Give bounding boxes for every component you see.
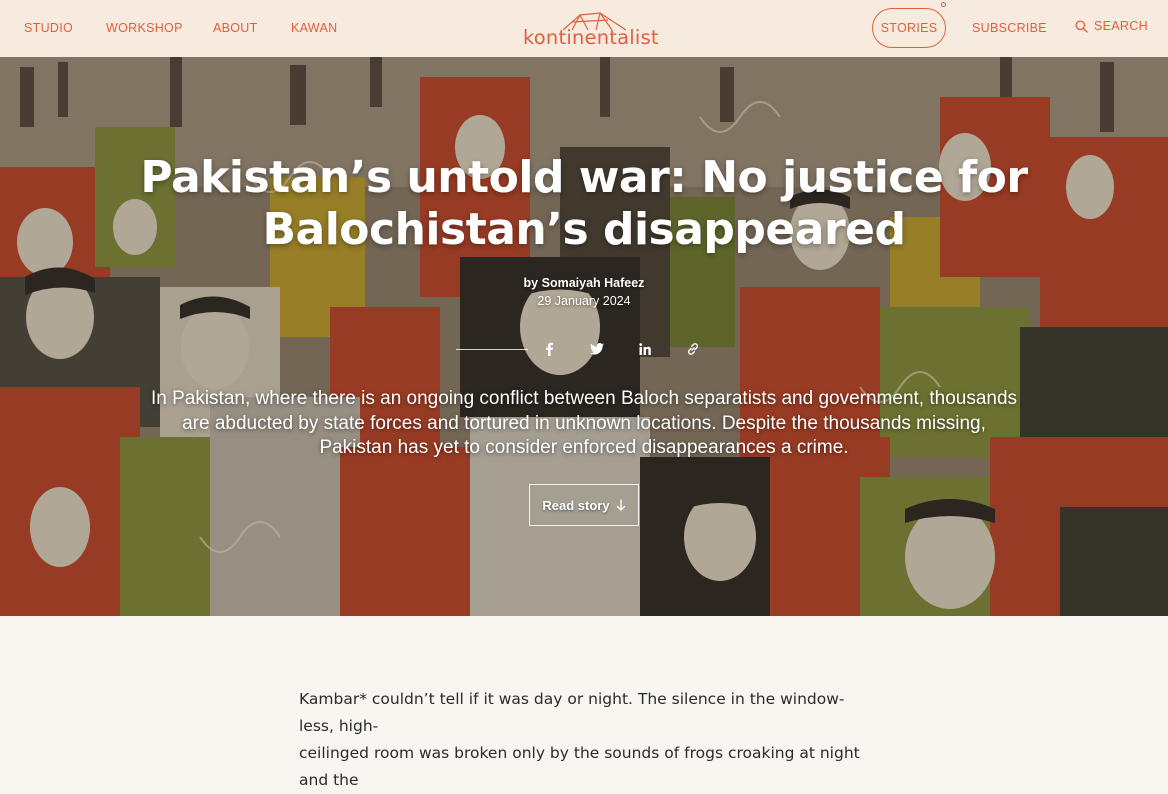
facebook-icon[interactable] xyxy=(540,340,558,358)
nav-stories[interactable]: STORIES xyxy=(872,8,946,48)
arrow-down-icon xyxy=(616,499,625,511)
body-line-1: Kambar* couldn’t tell if it was day or n… xyxy=(299,690,845,735)
stories-dot-icon xyxy=(941,2,946,7)
nav-subscribe[interactable]: SUBSCRIBE xyxy=(972,20,1047,36)
read-story-label: Read story xyxy=(542,497,610,513)
nav-workshop[interactable]: WORKSHOP xyxy=(106,20,183,36)
title-line-2: Balochistan’s disappeared xyxy=(262,204,906,255)
publish-date: 29 January 2024 xyxy=(537,294,631,308)
nav-studio[interactable]: STUDIO xyxy=(24,20,73,36)
logo-wordmark: kontinentalist xyxy=(523,26,659,49)
hero-section: Pakistan’s untold war: No justice for Ba… xyxy=(0,57,1168,616)
linkedin-icon[interactable] xyxy=(636,340,654,358)
share-divider xyxy=(456,349,528,350)
link-icon[interactable] xyxy=(684,340,702,358)
read-story-button[interactable]: Read story xyxy=(529,484,639,526)
nav-kawan[interactable]: KAWAN xyxy=(291,20,337,36)
title-line-1: Pakistan’s untold war: No justice for xyxy=(140,152,1028,203)
article-body: Kambar* couldn’t tell if it was day or n… xyxy=(299,686,869,794)
article-summary: In Pakistan, where there is an ongoing c… xyxy=(150,388,1018,458)
nav-about[interactable]: ABOUT xyxy=(213,20,258,36)
article-title: Pakistan’s untold war: No justice for Ba… xyxy=(84,152,1084,256)
nav-search[interactable]: SEARCH xyxy=(1075,19,1148,33)
search-label: SEARCH xyxy=(1094,19,1148,33)
author-byline[interactable]: by Somaiyah Hafeez xyxy=(384,275,784,291)
body-line-2: ceilinged room was broken only by the so… xyxy=(299,744,860,789)
search-icon xyxy=(1075,19,1088,33)
hero-overlay xyxy=(0,57,1168,616)
kontinentalist-logo[interactable]: kontinentalist xyxy=(520,8,659,52)
twitter-icon[interactable] xyxy=(588,340,606,358)
top-navigation: STUDIO WORKSHOP ABOUT KAWAN kontinentali… xyxy=(0,0,1168,57)
